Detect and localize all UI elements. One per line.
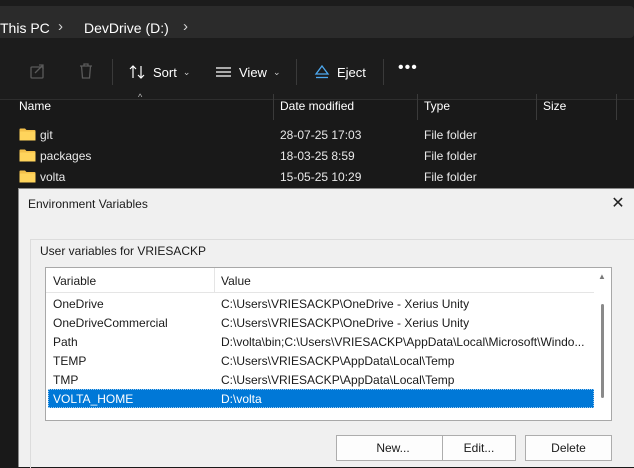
file-row[interactable]: packages 18-03-25 8:59 File folder bbox=[0, 146, 634, 167]
close-icon[interactable]: ✕ bbox=[607, 193, 629, 215]
eject-icon bbox=[314, 64, 330, 79]
new-button[interactable]: New... bbox=[336, 435, 450, 461]
column-header-date-modified[interactable]: Date modified bbox=[280, 100, 354, 120]
view-label: View bbox=[239, 64, 267, 80]
list-item[interactable]: TEMP C:\Users\VRIESACKP\AppData\Local\Te… bbox=[48, 351, 594, 370]
variable-value: D:\volta bbox=[221, 392, 262, 406]
eject-button[interactable]: Eject bbox=[314, 62, 366, 82]
list-item[interactable]: OneDrive C:\Users\VRIESACKP\OneDrive - X… bbox=[48, 294, 594, 313]
view-icon bbox=[216, 67, 231, 77]
variable-value: C:\Users\VRIESACKP\AppData\Local\Temp bbox=[221, 354, 455, 368]
scrollbar-thumb[interactable] bbox=[601, 304, 604, 398]
file-type: File folder bbox=[424, 149, 477, 163]
file-row[interactable]: git 28-07-25 17:03 File folder bbox=[0, 125, 634, 146]
file-name: git bbox=[40, 128, 53, 142]
column-header-name[interactable]: Name bbox=[19, 100, 51, 120]
toolbar-divider bbox=[296, 59, 297, 85]
file-row[interactable]: volta 15-05-25 10:29 File folder bbox=[0, 167, 634, 188]
variable-value: C:\Users\VRIESACKP\AppData\Local\Temp bbox=[221, 373, 455, 387]
chevron-right-icon[interactable]: › bbox=[58, 18, 63, 35]
folder-icon bbox=[19, 149, 36, 162]
variable-name: VOLTA_HOME bbox=[53, 392, 134, 406]
file-type: File folder bbox=[424, 170, 477, 184]
vertical-scrollbar[interactable]: ▲ bbox=[594, 268, 610, 420]
column-header-variable[interactable]: Variable bbox=[53, 274, 96, 288]
variable-value: D:\volta\bin;C:\Users\VRIESACKP\AppData\… bbox=[221, 335, 585, 349]
column-divider[interactable] bbox=[214, 268, 215, 292]
environment-variables-dialog: Environment Variables ✕ User variables f… bbox=[18, 188, 634, 468]
file-name: volta bbox=[40, 170, 66, 184]
variable-name: TMP bbox=[53, 373, 79, 387]
chevron-right-icon[interactable]: › bbox=[183, 18, 188, 35]
view-button[interactable]: View ⌄ bbox=[215, 62, 281, 82]
column-divider[interactable] bbox=[536, 94, 537, 120]
address-bar[interactable]: This PC › DevDrive (D:) › bbox=[0, 6, 634, 38]
share-icon[interactable] bbox=[29, 62, 47, 80]
delete-button[interactable]: Delete bbox=[525, 435, 612, 461]
column-divider[interactable] bbox=[616, 94, 617, 120]
sort-ascending-icon: ^ bbox=[138, 92, 143, 102]
variable-value: C:\Users\VRIESACKP\OneDrive - Xerius Uni… bbox=[221, 316, 470, 330]
variable-name: TEMP bbox=[53, 354, 87, 368]
column-divider[interactable] bbox=[417, 94, 418, 120]
file-type: File folder bbox=[424, 128, 477, 142]
variable-value: C:\Users\VRIESACKP\OneDrive - Xerius Uni… bbox=[221, 297, 470, 311]
edit-button[interactable]: Edit... bbox=[442, 435, 516, 461]
chevron-down-icon: ⌄ bbox=[182, 66, 191, 77]
list-item-selected[interactable]: VOLTA_HOME D:\volta bbox=[48, 389, 594, 408]
list-item[interactable]: Path D:\volta\bin;C:\Users\VRIESACKP\App… bbox=[48, 332, 594, 351]
sort-label: Sort bbox=[153, 64, 177, 80]
scroll-up-icon[interactable]: ▲ bbox=[598, 272, 606, 281]
column-divider[interactable] bbox=[273, 94, 274, 120]
file-name: packages bbox=[40, 149, 92, 163]
folder-icon bbox=[19, 170, 36, 183]
file-list: ^ Name Date modified Type Size git 28-07… bbox=[0, 92, 634, 190]
sort-button[interactable]: Sort ⌄ bbox=[129, 62, 190, 82]
delete-icon[interactable] bbox=[77, 62, 95, 80]
file-date: 15-05-25 10:29 bbox=[280, 170, 362, 184]
user-variables-list[interactable]: Variable Value OneDrive C:\Users\VRIESAC… bbox=[45, 267, 612, 421]
file-date: 18-03-25 8:59 bbox=[280, 149, 355, 163]
breadcrumb-devdrive[interactable]: DevDrive (D:) bbox=[84, 20, 169, 36]
folder-icon bbox=[19, 128, 36, 141]
variable-name: OneDrive bbox=[53, 297, 104, 311]
chevron-down-icon: ⌄ bbox=[272, 66, 281, 77]
column-header-size[interactable]: Size bbox=[543, 100, 566, 120]
group-label: User variables for VRIESACKP bbox=[40, 244, 207, 258]
sort-icon bbox=[129, 65, 145, 79]
breadcrumb-this-pc[interactable]: This PC bbox=[0, 20, 50, 36]
toolbar-divider bbox=[383, 59, 384, 85]
column-header-type[interactable]: Type bbox=[424, 100, 450, 120]
command-bar: Sort ⌄ View ⌄ Eject ••• bbox=[0, 44, 634, 100]
more-options-icon[interactable]: ••• bbox=[398, 58, 418, 78]
list-item[interactable]: OneDriveCommercial C:\Users\VRIESACKP\On… bbox=[48, 313, 594, 332]
toolbar-divider bbox=[112, 59, 113, 85]
list-header: Variable Value bbox=[46, 268, 594, 293]
eject-label: Eject bbox=[337, 64, 366, 80]
list-item[interactable]: TMP C:\Users\VRIESACKP\AppData\Local\Tem… bbox=[48, 370, 594, 389]
dialog-title: Environment Variables bbox=[28, 197, 148, 211]
column-header-value[interactable]: Value bbox=[221, 274, 251, 288]
variable-name: Path bbox=[53, 335, 78, 349]
variable-name: OneDriveCommercial bbox=[53, 316, 168, 330]
address-bar-area: This PC › DevDrive (D:) › bbox=[0, 0, 634, 44]
file-date: 28-07-25 17:03 bbox=[280, 128, 362, 142]
